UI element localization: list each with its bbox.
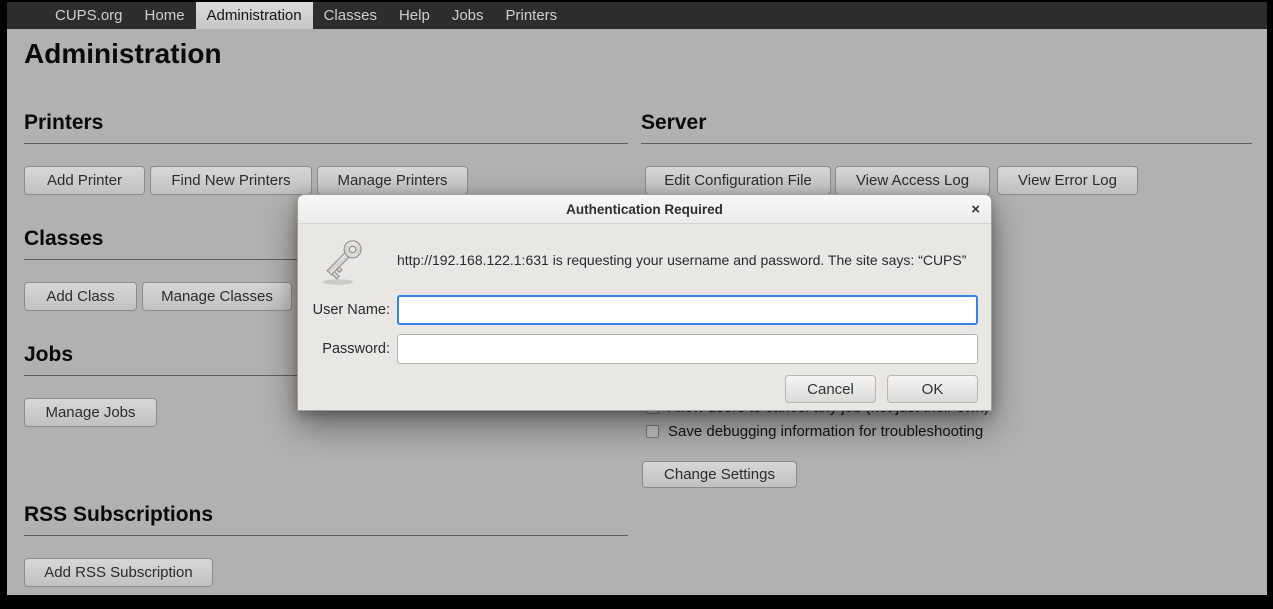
classes-heading: Classes: [24, 227, 103, 251]
save-debugging-row: Save debugging information for troublesh…: [646, 423, 983, 440]
top-navbar: CUPS.org Home Administration Classes Hel…: [7, 2, 1267, 29]
password-input[interactable]: [397, 334, 978, 364]
nav-item-printers[interactable]: Printers: [495, 2, 569, 29]
jobs-heading: Jobs: [24, 343, 73, 367]
close-icon[interactable]: ×: [971, 195, 980, 224]
auth-dialog-title: Authentication Required: [566, 202, 723, 217]
password-label: Password:: [302, 334, 390, 364]
find-new-printers-button[interactable]: Find New Printers: [150, 166, 312, 195]
manage-classes-button[interactable]: Manage Classes: [142, 282, 292, 311]
cancel-button[interactable]: Cancel: [785, 375, 876, 403]
view-error-log-button[interactable]: View Error Log: [997, 166, 1138, 195]
auth-dialog: Authentication Required ×: [297, 194, 992, 411]
server-heading: Server: [641, 111, 706, 135]
nav-item-classes[interactable]: Classes: [313, 2, 388, 29]
view-access-log-button[interactable]: View Access Log: [835, 166, 990, 195]
nav-item-cups-org[interactable]: CUPS.org: [44, 2, 134, 29]
server-underline: [641, 143, 1252, 144]
nav-item-jobs[interactable]: Jobs: [441, 2, 495, 29]
username-input[interactable]: [397, 295, 978, 325]
printers-heading: Printers: [24, 111, 103, 135]
key-icon: [319, 236, 365, 291]
save-debugging-checkbox[interactable]: [646, 425, 659, 438]
auth-dialog-titlebar: Authentication Required ×: [298, 195, 991, 224]
add-printer-button[interactable]: Add Printer: [24, 166, 145, 195]
ok-button[interactable]: OK: [887, 375, 978, 403]
add-class-button[interactable]: Add Class: [24, 282, 137, 311]
save-debugging-label: Save debugging information for troublesh…: [668, 423, 983, 440]
change-settings-button[interactable]: Change Settings: [642, 461, 797, 488]
username-label: User Name:: [302, 295, 390, 325]
page-title: Administration: [24, 38, 222, 70]
manage-jobs-button[interactable]: Manage Jobs: [24, 398, 157, 427]
app-window: CUPS.org Home Administration Classes Hel…: [0, 0, 1273, 609]
add-rss-subscription-button[interactable]: Add RSS Subscription: [24, 558, 213, 587]
nav-item-help[interactable]: Help: [388, 2, 441, 29]
nav-item-administration[interactable]: Administration: [196, 2, 313, 29]
manage-printers-button[interactable]: Manage Printers: [317, 166, 468, 195]
rss-subscriptions-heading: RSS Subscriptions: [24, 503, 213, 527]
nav-item-home[interactable]: Home: [134, 2, 196, 29]
edit-configuration-file-button[interactable]: Edit Configuration File: [645, 166, 831, 195]
rss-underline: [24, 535, 628, 536]
printers-underline: [24, 143, 628, 144]
auth-message: http://192.168.122.1:631 is requesting y…: [397, 252, 983, 268]
